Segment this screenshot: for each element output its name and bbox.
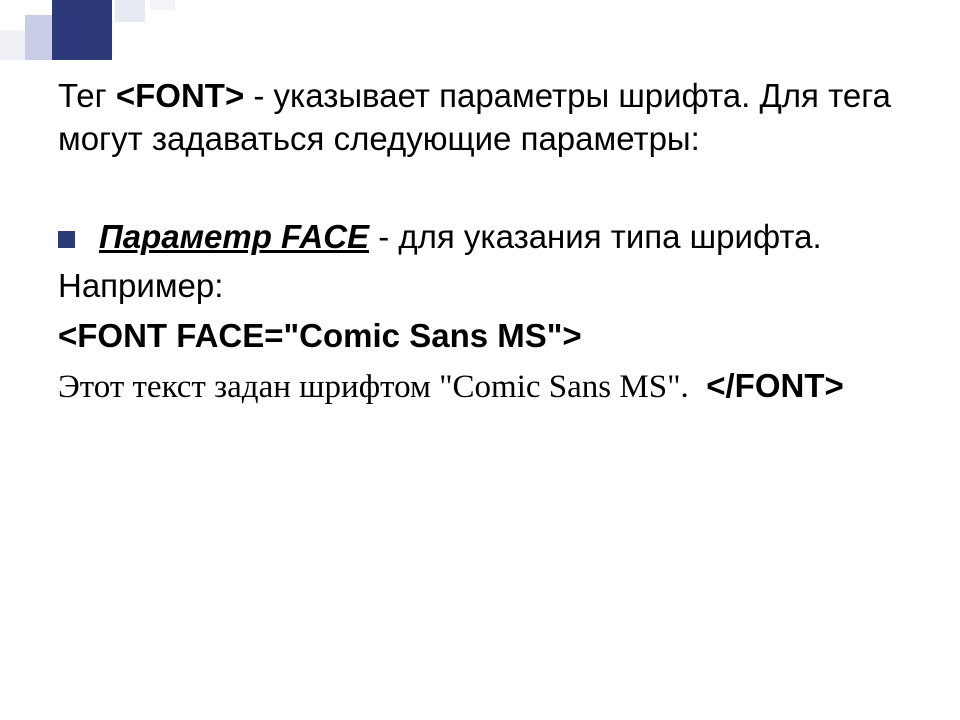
comic-sans-line: Этот текст задан шрифтом "Comic Sans MS"… [58, 363, 902, 410]
bullet-item: Параметр FACE - для указания типа шрифта… [58, 216, 902, 259]
decoration-square [150, 0, 175, 10]
decoration-square [52, 0, 112, 60]
font-open-tag: <FONT FACE="Comic Sans MS"> [58, 313, 902, 359]
bullet-icon [58, 231, 75, 248]
intro-prefix: Тег [58, 77, 116, 114]
example-label: Например: [58, 263, 902, 309]
param-rest: - для указания типа шрифта. [369, 218, 822, 255]
bullet-text: Параметр FACE - для указания типа шрифта… [99, 216, 822, 259]
decoration-square [115, 0, 145, 22]
font-close-tag: </FONT> [706, 367, 844, 404]
comic-text: Этот текст задан шрифтом "Comic Sans MS"… [58, 369, 697, 405]
intro-tag: <FONT> [116, 77, 244, 114]
param-name: Параметр FACE [99, 218, 369, 255]
slide-content: Тег <FONT> - указывает параметры шрифта.… [58, 75, 902, 410]
intro-paragraph: Тег <FONT> - указывает параметры шрифта.… [58, 75, 902, 161]
